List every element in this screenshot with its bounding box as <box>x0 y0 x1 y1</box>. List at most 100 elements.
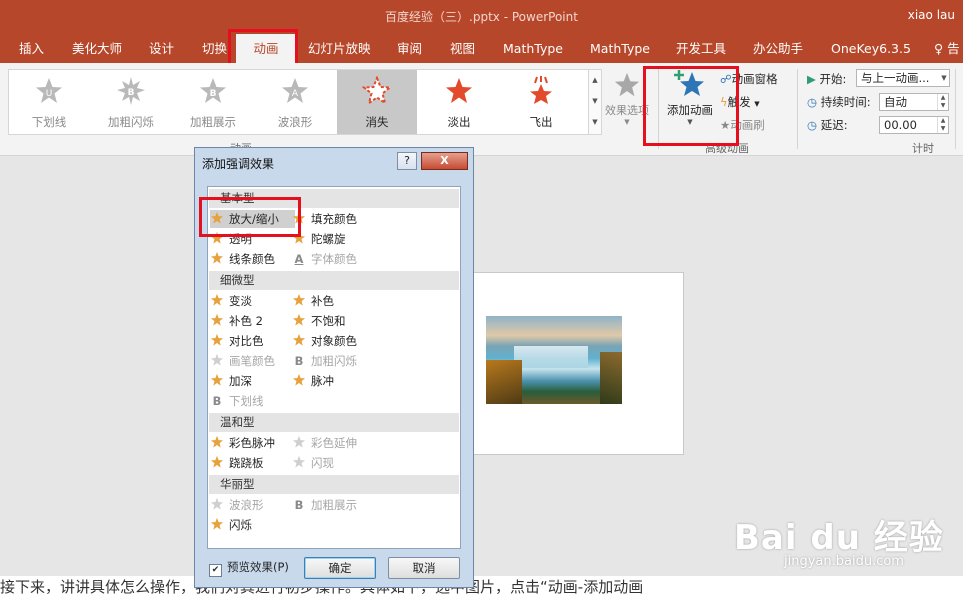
effect-complementary-color-2[interactable]: 补色 2 <box>210 312 263 330</box>
gallery-item-label: 飞出 <box>529 115 553 129</box>
delay-label: ◷ 延迟: <box>807 117 848 133</box>
tab-mathtype-2[interactable]: MathType <box>590 34 650 63</box>
clock-icon: ◷ <box>807 118 818 132</box>
effect-label: 填充颜色 <box>311 212 357 226</box>
duration-label-text: 持续时间: <box>820 95 871 109</box>
duration-spinner[interactable]: 自动 ▲ ▼ <box>879 93 949 111</box>
effect-fill-color[interactable]: 填充颜色 <box>292 210 357 228</box>
ok-button[interactable]: 确定 <box>304 557 376 579</box>
tab-slideshow[interactable]: 幻灯片放映 <box>308 34 371 63</box>
watermark-brand: Bai du 经验 <box>734 518 944 558</box>
category-moderate: 温和型 <box>209 413 459 432</box>
baidu-watermark: Bai du 经验 jingyan.baidu.com <box>734 510 949 580</box>
effect-desaturate[interactable]: 不饱和 <box>292 312 346 330</box>
effect-label: 补色 <box>311 294 334 308</box>
delay-spinner[interactable]: 00.00 ▲ ▼ <box>879 116 949 134</box>
tab-tell-me[interactable]: ♀ 告 <box>934 34 960 63</box>
delay-value: 00.00 <box>884 118 917 132</box>
tab-developer[interactable]: 开发工具 <box>676 34 726 63</box>
glyph-b: B <box>210 89 217 99</box>
effect-wave: 波浪形 <box>210 496 264 514</box>
gallery-item-wave[interactable]: A 波浪形 <box>255 70 335 134</box>
scroll-down-icon[interactable]: ▼ <box>589 91 601 112</box>
gallery-item-label: 淡出 <box>447 115 471 129</box>
effect-label: 加粗闪烁 <box>311 354 357 368</box>
preview-effect-label: 预览效果(P) <box>227 560 289 574</box>
clock-icon: ◷ <box>807 95 818 109</box>
scroll-up-icon[interactable]: ▲ <box>589 70 601 91</box>
help-button[interactable]: ? <box>397 152 417 170</box>
effect-contrasting-color[interactable]: 对比色 <box>210 332 264 350</box>
tab-insert[interactable]: 插入 <box>19 34 44 63</box>
gallery-scrollbar[interactable]: ▲ ▼ ▼ <box>588 69 602 135</box>
effect-label: 下划线 <box>229 394 264 408</box>
tab-office-assistant[interactable]: 办公助手 <box>753 34 803 63</box>
effect-color-pulse[interactable]: 彩色脉冲 <box>210 434 275 452</box>
star-gold-icon <box>210 373 224 387</box>
title-bar: 百度经验（三）.pptx - PowerPoint xiao lau <box>0 0 963 34</box>
effect-pulse[interactable]: 脉冲 <box>292 372 334 390</box>
effect-label: 波浪形 <box>229 498 264 512</box>
cancel-button[interactable]: 取消 <box>388 557 460 579</box>
star-gray-icon <box>210 497 224 511</box>
effect-label: 闪现 <box>311 456 334 470</box>
effect-blink[interactable]: 闪烁 <box>210 516 252 534</box>
gallery-more-icon[interactable]: ▼ <box>589 112 601 133</box>
effect-brush-color: 画笔颜色 <box>210 352 275 370</box>
gallery-item-fade-out[interactable]: 淡出 <box>419 70 499 134</box>
effect-teeter[interactable]: 跷跷板 <box>210 454 264 472</box>
tab-tell-me-label: 告 <box>947 41 960 56</box>
glyph-u: U <box>46 89 53 99</box>
effect-list[interactable]: 基本型 放大/缩小 填充颜色 透明 陀螺旋 线条颜色 A 字体颜色 细微型 变淡 … <box>207 186 461 549</box>
tab-design[interactable]: 设计 <box>149 34 174 63</box>
star-gold-icon <box>210 435 224 449</box>
tab-onekey[interactable]: OneKey6.3.5 <box>831 34 911 63</box>
gallery-item-underline[interactable]: U 下划线 <box>9 70 89 134</box>
spinner-arrows-icon[interactable]: ▲ ▼ <box>937 94 948 110</box>
gallery-item-disappear[interactable]: 消失 <box>337 70 417 134</box>
gallery-item-bold-reveal[interactable]: B 加粗展示 <box>173 70 253 134</box>
image-rock-right <box>600 352 622 404</box>
tab-mathtype-1[interactable]: MathType <box>503 34 563 63</box>
effect-object-color[interactable]: 对象颜色 <box>292 332 357 350</box>
start-label: ▶ 开始: <box>807 71 846 87</box>
user-name[interactable]: xiao lau <box>908 8 955 22</box>
gallery-item-bold-flash[interactable]: B 加粗闪烁 <box>91 70 171 134</box>
spinner-arrows-icon[interactable]: ▲ ▼ <box>937 117 948 133</box>
effect-label: 加深 <box>229 374 252 388</box>
gallery-item-label: 加粗展示 <box>190 115 236 129</box>
effect-font-color: A 字体颜色 <box>292 250 357 268</box>
highlight-add-animation <box>643 66 739 146</box>
preview-effect-checkbox[interactable]: ✔ 预览效果(P) <box>209 559 289 577</box>
group-label-timing: 计时 <box>912 142 934 155</box>
effect-underline: B 下划线 <box>210 392 264 410</box>
close-button[interactable]: X <box>421 152 468 170</box>
star-gold-icon <box>210 313 224 327</box>
effect-desaturate-fade[interactable]: 变淡 <box>210 292 252 310</box>
effect-label: 线条颜色 <box>229 252 275 266</box>
gallery-item-fly-out[interactable]: 飞出 <box>501 70 581 134</box>
gallery-item-label: 消失 <box>365 115 389 129</box>
effect-line-color[interactable]: 线条颜色 <box>210 250 275 268</box>
tab-transitions[interactable]: 切换 <box>202 34 227 63</box>
effect-complementary-color[interactable]: 补色 <box>292 292 334 310</box>
checkmark-icon: ✔ <box>209 564 222 577</box>
tab-beautify[interactable]: 美化大师 <box>72 34 122 63</box>
tab-review[interactable]: 审阅 <box>397 34 422 63</box>
waterfall-image[interactable] <box>486 316 622 404</box>
effect-bold-reveal: B 加粗展示 <box>292 496 357 514</box>
effect-darken[interactable]: 加深 <box>210 372 252 390</box>
effect-color-wave: 彩色延伸 <box>292 434 357 452</box>
tab-view[interactable]: 视图 <box>450 34 475 63</box>
effect-flicker: 闪现 <box>292 454 334 472</box>
disappear-icon <box>362 76 392 106</box>
category-subtle: 细微型 <box>209 271 459 290</box>
play-icon: ▶ <box>807 72 816 86</box>
divider <box>797 69 798 149</box>
start-dropdown[interactable]: 与上一动画... ▼ <box>856 69 950 87</box>
watermark-url: jingyan.baidu.com <box>784 554 904 569</box>
chevron-down-icon: ▼ <box>754 100 760 108</box>
star-gold-icon <box>210 455 224 469</box>
delay-label-text: 延迟: <box>820 118 848 132</box>
start-label-text: 开始: <box>819 72 847 86</box>
